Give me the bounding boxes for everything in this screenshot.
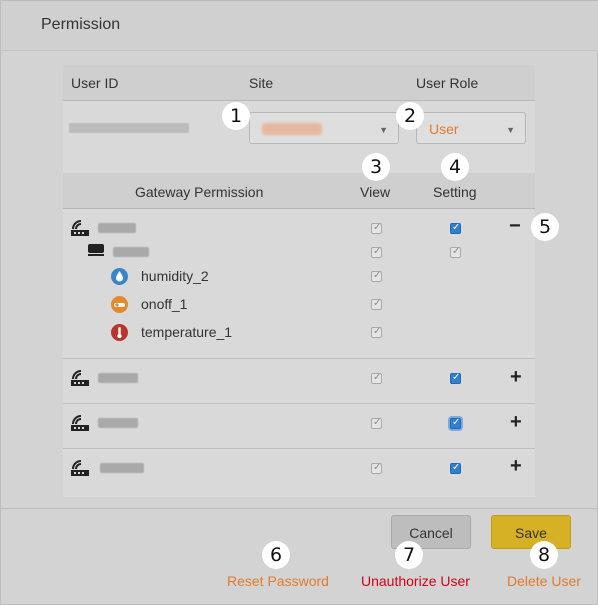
callout-badge: 1 [222, 102, 250, 130]
router-icon [71, 370, 89, 386]
device-icon [88, 244, 104, 256]
user-id-value [69, 123, 189, 133]
setting-checkbox[interactable]: ✓ [450, 462, 461, 474]
callout-badge: 6 [262, 541, 290, 569]
sensor-label: humidity_2 [141, 268, 209, 284]
droplet-icon [111, 268, 128, 285]
view-checkbox[interactable]: ✓ [371, 222, 382, 234]
row-divider [63, 403, 535, 404]
expand-gateway-button[interactable]: + [510, 412, 522, 432]
setting-header: Setting [433, 184, 477, 200]
router-icon [71, 415, 89, 431]
sensor-label: onoff_1 [141, 296, 188, 312]
unauthorize-user-link[interactable]: Unauthorize User [361, 573, 470, 589]
view-checkbox[interactable]: ✓ [371, 298, 382, 310]
setting-checkbox[interactable]: ✓ [450, 372, 461, 384]
chevron-down-icon: ▼ [506, 125, 515, 135]
site-header: Site [249, 75, 274, 91]
gateway-name [98, 373, 138, 383]
site-selected-value [262, 123, 322, 135]
setting-checkbox[interactable]: ✓ [450, 417, 461, 429]
setting-checkbox[interactable]: ✓ [450, 222, 461, 234]
router-icon [71, 220, 89, 236]
gateway-table-header: Gateway Permission View Setting [63, 173, 535, 209]
view-checkbox[interactable]: ✓ [371, 462, 382, 474]
site-select[interactable]: ▼ [249, 112, 399, 144]
dialog-header: Permission [1, 1, 598, 51]
callout-badge: 5 [531, 213, 559, 241]
callout-badge: 8 [530, 541, 558, 569]
view-checkbox[interactable]: ✓ [371, 246, 382, 258]
view-checkbox[interactable]: ✓ [371, 372, 382, 384]
dialog-title: Permission [41, 16, 121, 33]
gateway-permission-header: Gateway Permission [135, 184, 264, 200]
chevron-down-icon: ▼ [379, 125, 388, 135]
save-button[interactable]: Save [491, 515, 571, 549]
row-divider [63, 448, 535, 449]
user-role-selected-value: User [429, 121, 459, 137]
user-role-header: User Role [416, 75, 479, 91]
row-divider [63, 358, 535, 359]
switch-icon [111, 296, 128, 313]
thermometer-icon [111, 324, 128, 341]
user-id-header: User ID [71, 75, 119, 91]
view-checkbox[interactable]: ✓ [371, 417, 382, 429]
gateway-name [98, 223, 136, 233]
setting-checkbox[interactable]: ✓ [450, 246, 461, 258]
footer-divider [1, 508, 598, 509]
expand-gateway-button[interactable]: + [510, 456, 522, 476]
view-checkbox[interactable]: ✓ [371, 270, 382, 282]
view-checkbox[interactable]: ✓ [371, 326, 382, 338]
device-name [113, 247, 149, 257]
view-header: View [360, 184, 391, 200]
router-icon [71, 460, 89, 476]
user-table-header: User ID Site User Role [63, 65, 535, 101]
callout-badge: 3 [362, 153, 390, 181]
sensor-label: temperature_1 [141, 324, 233, 340]
user-role-select[interactable]: User ▼ [416, 112, 526, 144]
callout-badge: 2 [396, 102, 424, 130]
reset-password-link[interactable]: Reset Password [227, 573, 329, 589]
gateway-name [100, 463, 144, 473]
expand-gateway-button[interactable]: + [510, 367, 522, 387]
callout-badge: 4 [441, 153, 469, 181]
collapse-gateway-button[interactable]: − [509, 216, 521, 236]
gateway-name [98, 418, 138, 428]
delete-user-link[interactable]: Delete User [507, 573, 581, 589]
permission-dialog: Permission User ID Site User Role ▼ User… [0, 0, 598, 605]
callout-badge: 7 [395, 541, 423, 569]
